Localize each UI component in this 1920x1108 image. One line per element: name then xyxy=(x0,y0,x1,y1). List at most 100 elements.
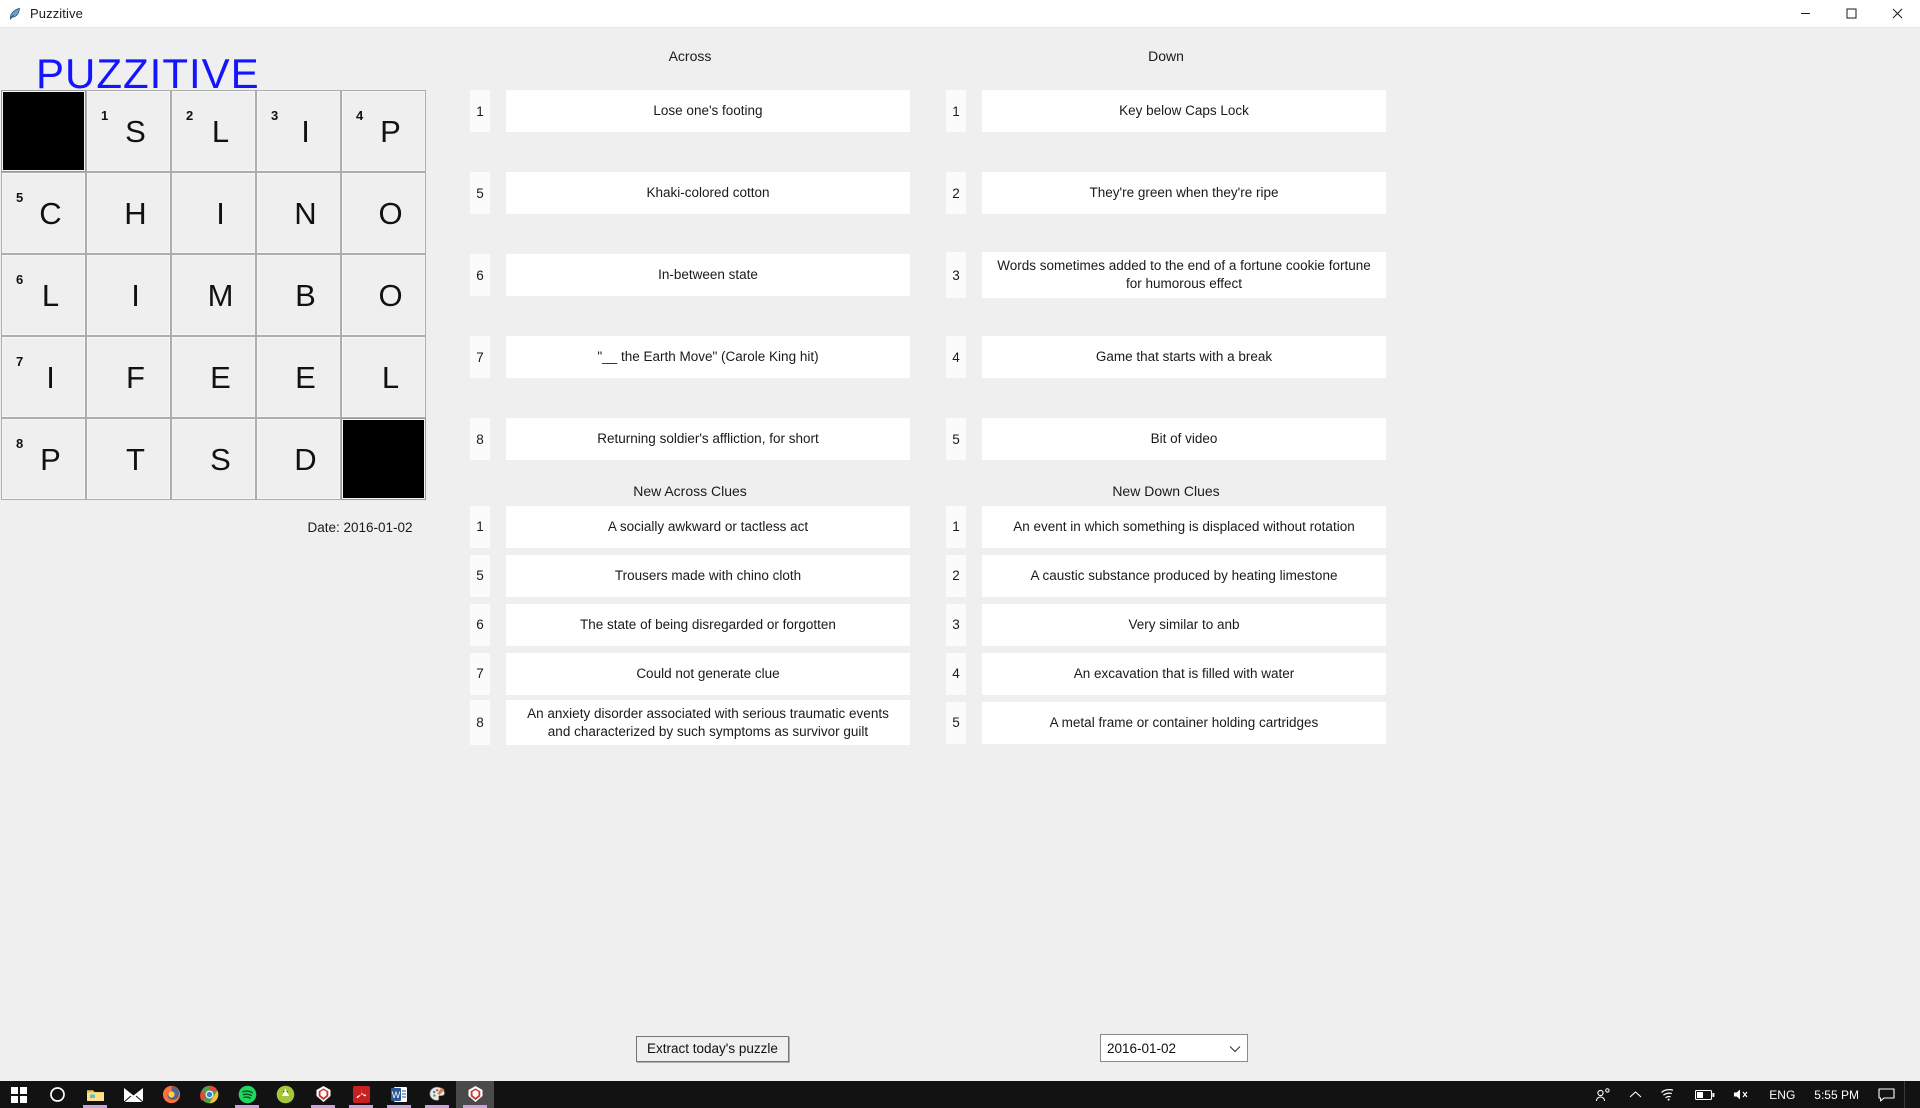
clue-text-field[interactable]: Trousers made with chino cloth xyxy=(506,555,910,597)
grid-cell[interactable]: B xyxy=(256,254,341,336)
clue-text-field[interactable]: Game that starts with a break xyxy=(982,336,1386,378)
clue-entry: 8Returning soldier's affliction, for sho… xyxy=(470,398,910,480)
grid-cell-number: 3 xyxy=(271,109,278,122)
grid-cell-letter: I xyxy=(287,116,310,147)
grid-cell[interactable]: E xyxy=(171,336,256,418)
clue-entry: 7Could not generate clue xyxy=(470,649,910,698)
clue-text-field[interactable]: They're green when they're ripe xyxy=(982,172,1386,214)
language-indicator[interactable]: ENG xyxy=(1760,1081,1804,1108)
grid-cell-letter: B xyxy=(281,280,316,311)
grid-cell[interactable]: L xyxy=(341,336,426,418)
clue-number: 5 xyxy=(470,555,490,597)
taskbar-clock[interactable]: 5:55 PM xyxy=(1804,1088,1869,1102)
grid-cell[interactable]: I xyxy=(171,172,256,254)
clue-row: 4An excavation that is filled with water xyxy=(946,653,1386,695)
grid-cell[interactable]: F xyxy=(86,336,171,418)
clue-entry: 3 Words sometimes added to the end of a f… xyxy=(946,234,1386,316)
clue-text-field[interactable]: Words sometimes added to the end of a fo… xyxy=(982,252,1386,298)
grid-cell[interactable]: H xyxy=(86,172,171,254)
firefox-button[interactable] xyxy=(152,1081,190,1108)
clue-text-field[interactable]: In-between state xyxy=(506,254,910,296)
app-icon xyxy=(0,7,30,21)
extract-puzzle-button[interactable]: Extract today's puzzle xyxy=(636,1036,789,1062)
puzzitive-window-button[interactable] xyxy=(456,1081,494,1108)
across-clue-list: 1Lose one's footing5Khaki-colored cotton… xyxy=(470,70,910,480)
people-icon[interactable] xyxy=(1586,1081,1620,1108)
grid-cell[interactable]: 5C xyxy=(1,172,86,254)
clue-text-field[interactable]: Could not generate clue xyxy=(506,653,910,695)
clue-text-field[interactable]: A caustic substance produced by heating … xyxy=(982,555,1386,597)
file-explorer-button[interactable] xyxy=(76,1081,114,1108)
grid-cell-letter: O xyxy=(364,280,402,311)
grid-cell-letter: L xyxy=(198,116,229,147)
grid-cell[interactable]: 8P xyxy=(1,418,86,500)
clue-text-field[interactable]: "__ the Earth Move" (Carole King hit) xyxy=(506,336,910,378)
grid-cell-letter: N xyxy=(280,198,316,229)
clue-row: 8Returning soldier's affliction, for sho… xyxy=(470,418,910,460)
date-select-dropdown[interactable]: 2016-01-02 xyxy=(1100,1034,1248,1062)
grid-cell[interactable]: 2L xyxy=(171,90,256,172)
cortana-search-button[interactable] xyxy=(38,1081,76,1108)
clue-row: 5 Trousers made with chino cloth xyxy=(470,555,910,597)
grid-cell[interactable]: S xyxy=(171,418,256,500)
show-desktop-button[interactable] xyxy=(1904,1081,1914,1108)
paint-button[interactable] xyxy=(418,1081,456,1108)
grid-cell[interactable]: O xyxy=(341,254,426,336)
clue-entry: 1A socially awkward or tactless act xyxy=(470,502,910,551)
down-clue-list: 1Key below Caps Lock2They're green when … xyxy=(946,70,1386,480)
grid-cell[interactable]: O xyxy=(341,172,426,254)
grid-cell[interactable]: D xyxy=(256,418,341,500)
minimize-button[interactable] xyxy=(1782,0,1828,28)
grid-cell[interactable]: 1S xyxy=(86,90,171,172)
grid-cell[interactable]: 6L xyxy=(1,254,86,336)
grid-cell[interactable]: I xyxy=(86,254,171,336)
clue-text-field[interactable]: A metal frame or container holding cartr… xyxy=(982,702,1386,744)
clue-entry: 6In-between state xyxy=(470,234,910,316)
clue-text-field[interactable]: Key below Caps Lock xyxy=(982,90,1386,132)
volume-muted-icon[interactable] xyxy=(1724,1081,1760,1108)
clue-number: 5 xyxy=(946,418,966,460)
grid-cell[interactable]: 3I xyxy=(256,90,341,172)
grid-cell[interactable]: T xyxy=(86,418,171,500)
grid-cell-number: 4 xyxy=(356,109,363,122)
grid-cell-letter: E xyxy=(196,362,231,393)
grid-cell[interactable]: E xyxy=(256,336,341,418)
spotify-button[interactable] xyxy=(228,1081,266,1108)
maximize-button[interactable] xyxy=(1828,0,1874,28)
clue-text-field[interactable]: Bit of video xyxy=(982,418,1386,460)
app-red-1-button[interactable] xyxy=(304,1081,342,1108)
grid-cell[interactable]: M xyxy=(171,254,256,336)
start-button[interactable] xyxy=(0,1081,38,1108)
battery-icon[interactable] xyxy=(1686,1081,1724,1108)
mail-button[interactable] xyxy=(114,1081,152,1108)
chrome-button[interactable] xyxy=(190,1081,228,1108)
clue-text-field[interactable]: An excavation that is filled with water xyxy=(982,653,1386,695)
word-button[interactable]: W xyxy=(380,1081,418,1108)
adobe-reader-button[interactable] xyxy=(342,1081,380,1108)
clue-text-field[interactable]: Returning soldier's affliction, for shor… xyxy=(506,418,910,460)
clue-text-field[interactable]: The state of being disregarded or forgot… xyxy=(506,604,910,646)
clue-number: 3 xyxy=(946,252,966,298)
clue-text-field[interactable]: Khaki-colored cotton xyxy=(506,172,910,214)
clue-text-field[interactable]: Lose one's footing xyxy=(506,90,910,132)
clue-text-field[interactable]: A socially awkward or tactless act xyxy=(506,506,910,548)
clue-row: 7"__ the Earth Move" (Carole King hit) xyxy=(470,336,910,378)
clue-row: 6The state of being disregarded or forgo… xyxy=(470,604,910,646)
clue-entry: 4Game that starts with a break xyxy=(946,316,1386,398)
chevron-up-icon[interactable] xyxy=(1620,1081,1651,1108)
across-heading: Across xyxy=(470,46,910,66)
close-button[interactable] xyxy=(1874,0,1920,28)
clue-entry: 5A metal frame or container holding cart… xyxy=(946,698,1386,747)
grid-cell[interactable]: N xyxy=(256,172,341,254)
grid-cell[interactable]: 7I xyxy=(1,336,86,418)
clue-number: 2 xyxy=(946,172,966,214)
grid-cell-letter: T xyxy=(112,444,145,475)
wifi-icon[interactable] xyxy=(1651,1081,1686,1108)
clue-text-field[interactable]: An event in which something is displaced… xyxy=(982,506,1386,548)
clue-row: 5A metal frame or container holding cart… xyxy=(946,702,1386,744)
clue-text-field[interactable]: An anxiety disorder associated with seri… xyxy=(506,700,910,746)
notification-icon[interactable] xyxy=(1869,1081,1904,1108)
clue-text-field[interactable]: Very similar to anb xyxy=(982,604,1386,646)
grid-cell[interactable]: 4P xyxy=(341,90,426,172)
android-studio-button[interactable] xyxy=(266,1081,304,1108)
